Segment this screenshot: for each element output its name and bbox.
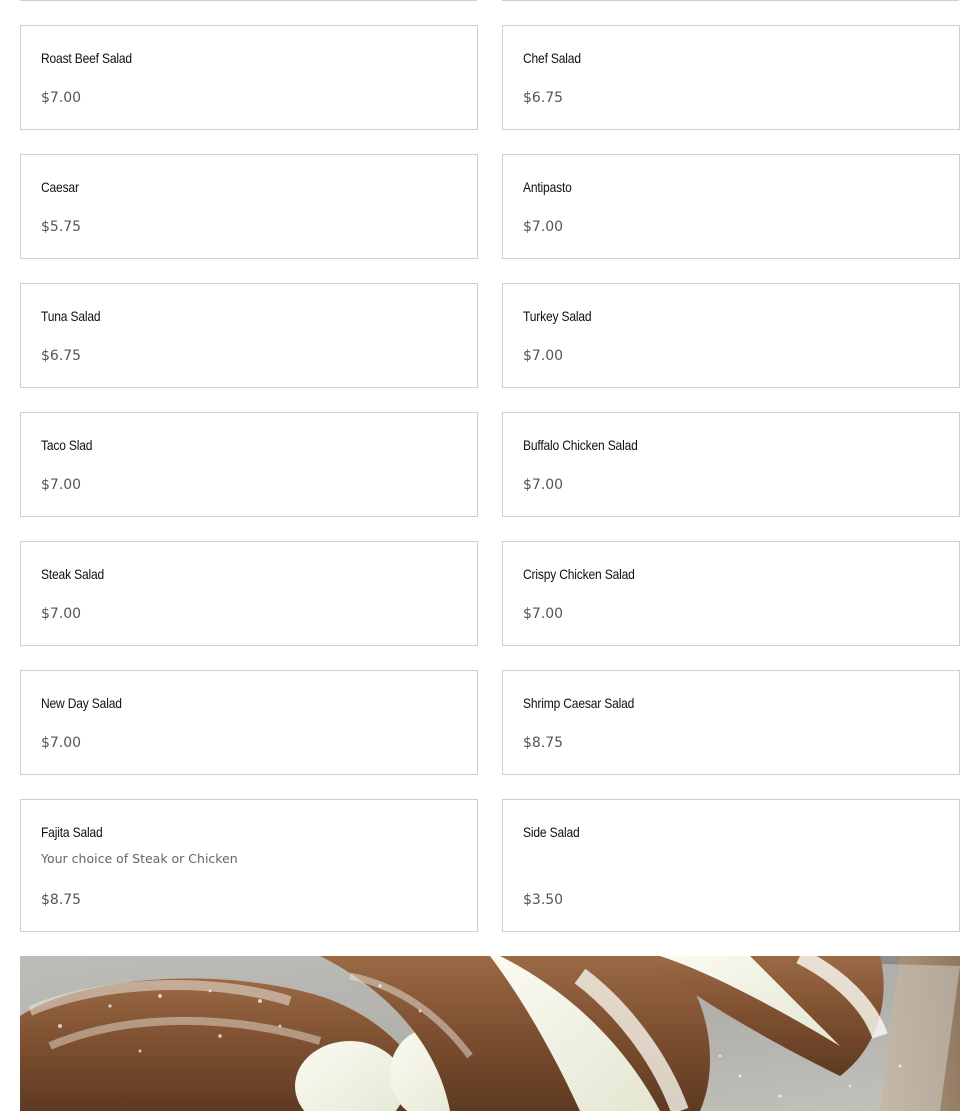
previous-card-edge-right <box>502 0 959 1</box>
menu-row: Steak Salad $7.00 Crispy Chicken Salad $… <box>20 541 960 646</box>
menu-item-card[interactable]: Caesar $5.75 <box>20 154 478 259</box>
menu-item-price: $7.00 <box>523 348 564 364</box>
menu-item-name: Crispy Chicken Salad <box>523 566 635 582</box>
menu-item-card[interactable]: New Day Salad $7.00 <box>20 670 478 775</box>
menu-item-name: Side Salad <box>523 824 580 840</box>
menu-row: Tuna Salad $6.75 Turkey Salad $7.00 <box>20 283 960 388</box>
menu-item-price: $7.00 <box>523 606 564 622</box>
menu-row: New Day Salad $7.00 Shrimp Caesar Salad … <box>20 670 960 775</box>
previous-card-edge-left <box>20 0 477 1</box>
menu-item-description: Your choice of Steak or Chicken <box>41 851 238 866</box>
menu-item-name: Tuna Salad <box>41 308 101 324</box>
menu-item-name: Antipasto <box>523 179 572 195</box>
menu-item-name: Chef Salad <box>523 50 581 66</box>
salad-menu-grid: Roast Beef Salad $7.00 Chef Salad $6.75 … <box>20 25 960 932</box>
menu-item-card[interactable]: Antipasto $7.00 <box>502 154 960 259</box>
menu-item-card[interactable]: Tuna Salad $6.75 <box>20 283 478 388</box>
menu-item-card[interactable]: Shrimp Caesar Salad $8.75 <box>502 670 960 775</box>
cannoli-photo <box>20 956 960 1111</box>
menu-item-price: $7.00 <box>41 606 82 622</box>
menu-item-card[interactable]: Crispy Chicken Salad $7.00 <box>502 541 960 646</box>
menu-item-name: Roast Beef Salad <box>41 50 132 66</box>
menu-item-price: $7.00 <box>41 735 82 751</box>
menu-item-price: $6.75 <box>41 348 82 364</box>
menu-item-name: Caesar <box>41 179 79 195</box>
cannoli-illustration <box>20 956 960 1111</box>
menu-item-price: $7.00 <box>41 90 82 106</box>
menu-item-card[interactable]: Roast Beef Salad $7.00 <box>20 25 478 130</box>
menu-item-price: $3.50 <box>523 892 564 908</box>
menu-item-name: Taco Slad <box>41 437 93 453</box>
menu-item-price: $5.75 <box>41 219 82 235</box>
menu-item-price: $7.00 <box>523 477 564 493</box>
menu-row: Caesar $5.75 Antipasto $7.00 <box>20 154 960 259</box>
menu-item-name: Shrimp Caesar Salad <box>523 695 635 711</box>
menu-item-card[interactable]: Turkey Salad $7.00 <box>502 283 960 388</box>
menu-item-name: Fajita Salad <box>41 824 103 840</box>
menu-item-price: $7.00 <box>41 477 82 493</box>
menu-item-price: $8.75 <box>41 892 82 908</box>
menu-item-price: $6.75 <box>523 90 564 106</box>
menu-row: Taco Slad $7.00 Buffalo Chicken Salad $7… <box>20 412 960 517</box>
menu-item-card[interactable]: Buffalo Chicken Salad $7.00 <box>502 412 960 517</box>
menu-item-price: $8.75 <box>523 735 564 751</box>
menu-row: Fajita Salad Your choice of Steak or Chi… <box>20 799 960 932</box>
menu-item-card[interactable]: Side Salad $3.50 <box>502 799 960 932</box>
menu-item-card[interactable]: Taco Slad $7.00 <box>20 412 478 517</box>
menu-item-name: Steak Salad <box>41 566 105 582</box>
menu-item-name: Buffalo Chicken Salad <box>523 437 638 453</box>
menu-item-name: Turkey Salad <box>523 308 592 324</box>
menu-item-card[interactable]: Steak Salad $7.00 <box>20 541 478 646</box>
menu-row: Roast Beef Salad $7.00 Chef Salad $6.75 <box>20 25 960 130</box>
menu-item-price: $7.00 <box>523 219 564 235</box>
menu-item-card[interactable]: Chef Salad $6.75 <box>502 25 960 130</box>
menu-item-name: New Day Salad <box>41 695 122 711</box>
menu-item-card[interactable]: Fajita Salad Your choice of Steak or Chi… <box>20 799 478 932</box>
